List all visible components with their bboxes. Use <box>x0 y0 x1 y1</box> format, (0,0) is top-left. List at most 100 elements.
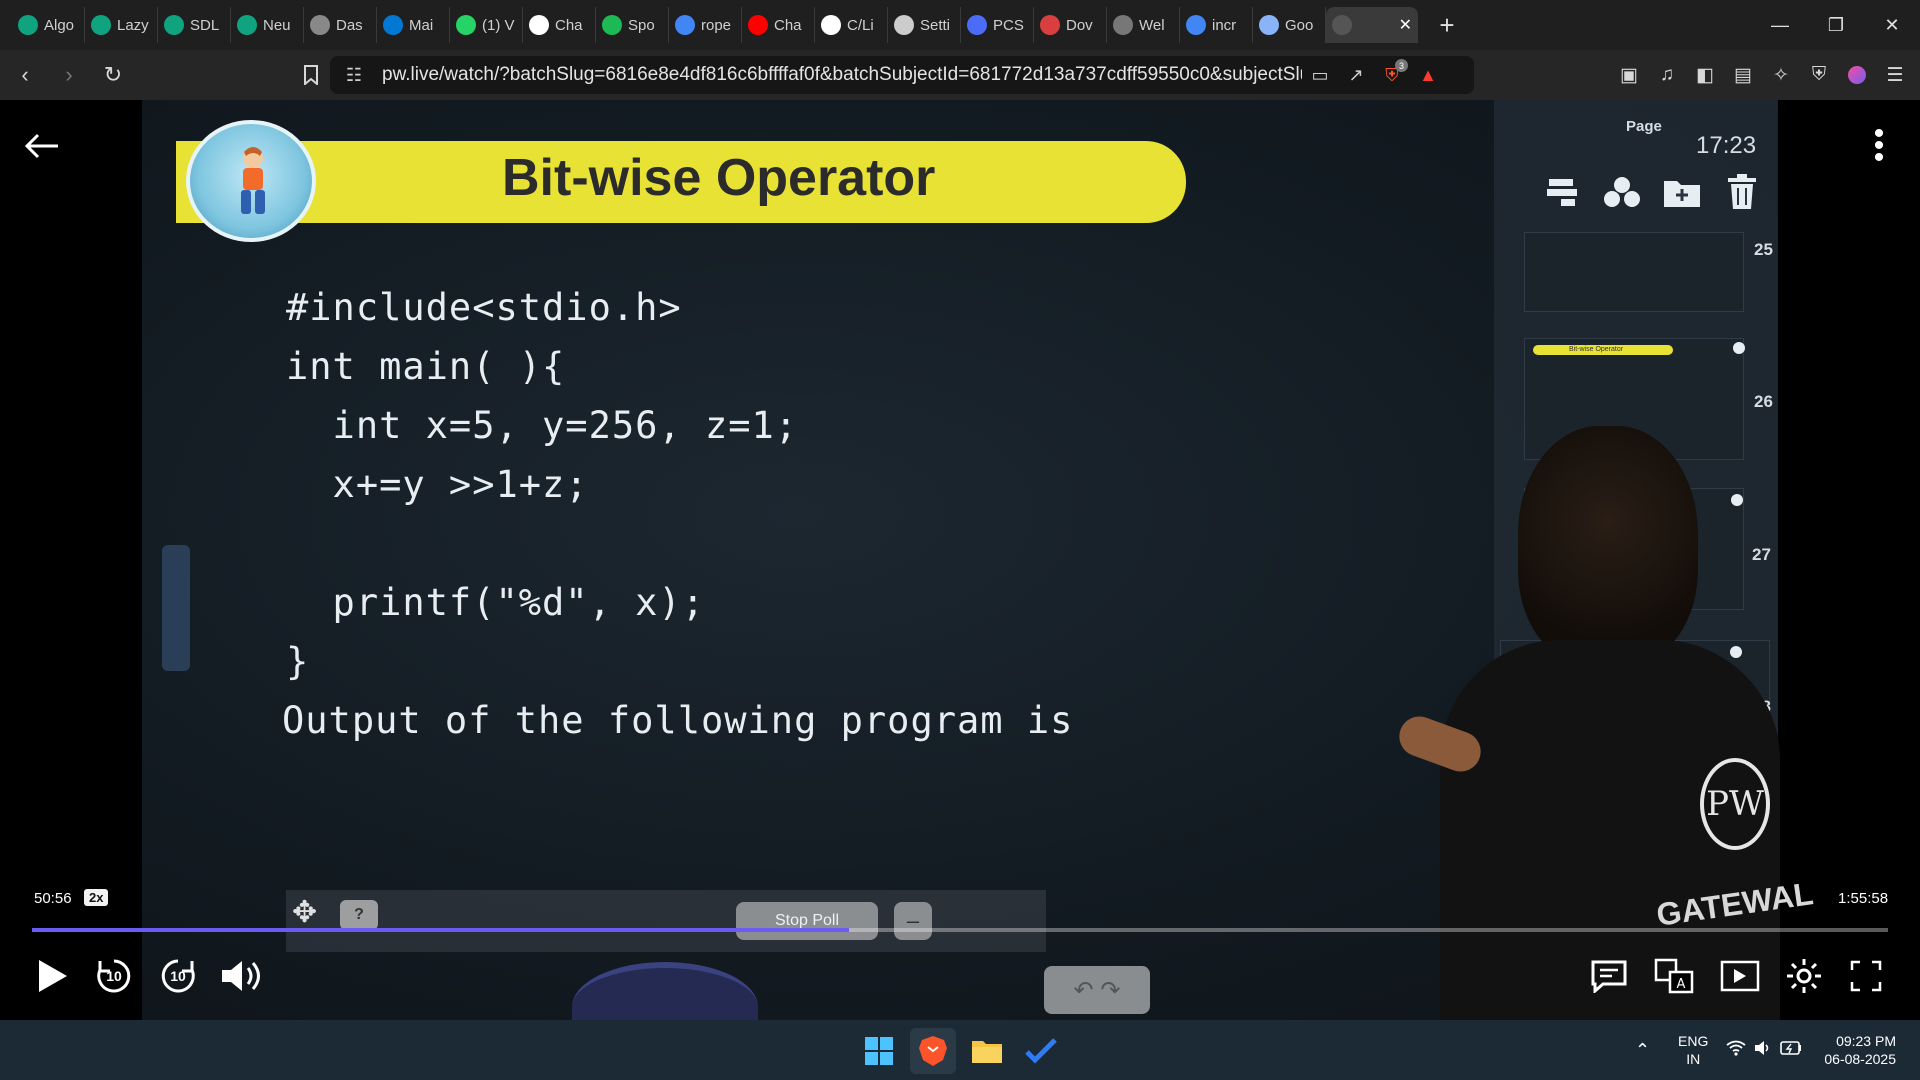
browser-tab[interactable]: Algo <box>12 7 85 43</box>
show-hidden-icons[interactable]: ⌃ <box>1635 1040 1650 1061</box>
side-panel-handle[interactable] <box>162 545 190 671</box>
browser-tab[interactable]: Das <box>304 7 377 43</box>
browser-tab[interactable]: SDL <box>158 7 231 43</box>
stop-poll-button[interactable]: Stop Poll <box>736 902 878 940</box>
delete-icon[interactable] <box>1722 172 1762 212</box>
translate-icon[interactable]: A <box>1650 952 1698 1000</box>
leo-ai-icon[interactable]: ✧ <box>1762 56 1800 94</box>
browser-tab[interactable]: Mai <box>377 7 450 43</box>
todo-icon[interactable] <box>1018 1028 1064 1074</box>
rewind-label: 10 <box>106 968 122 984</box>
browser-tab[interactable]: C/Li <box>815 7 888 43</box>
browser-tab[interactable]: PCS <box>961 7 1034 43</box>
fullscreen-icon[interactable] <box>1842 952 1890 1000</box>
tab-label: PCS <box>993 16 1024 34</box>
browser-tab[interactable]: (1) V <box>450 7 523 43</box>
menu-icon[interactable]: ☰ <box>1876 56 1914 94</box>
restore-button[interactable]: ❐ <box>1808 0 1864 50</box>
forward-10-icon[interactable]: 10 <box>154 952 202 1000</box>
settings-icon[interactable] <box>1780 952 1828 1000</box>
github-icon <box>821 15 841 35</box>
file-explorer-icon[interactable] <box>964 1028 1010 1074</box>
sidebar-icon[interactable]: ◧ <box>1686 56 1724 94</box>
add-folder-icon[interactable] <box>1662 172 1702 212</box>
browser-tab[interactable]: Neu <box>231 7 304 43</box>
active-browser-tab[interactable]: ✕ <box>1326 7 1418 43</box>
wallet-icon[interactable]: ▤ <box>1724 56 1762 94</box>
browser-tab[interactable]: Spo <box>596 7 669 43</box>
shapes-icon[interactable] <box>1602 172 1642 212</box>
page-number: 25 <box>1754 240 1773 259</box>
forward-label: 10 <box>170 968 186 984</box>
tab-label: Setti <box>920 16 951 34</box>
profile-icon[interactable] <box>1838 56 1876 94</box>
browser-tab[interactable]: incr <box>1180 7 1253 43</box>
undo-button[interactable]: ↶ ↷ <box>1044 966 1150 1014</box>
play-icon[interactable] <box>28 952 76 1000</box>
chatgpt-icon <box>237 15 257 35</box>
tab-label: C/Li <box>847 16 874 34</box>
pip-icon[interactable] <box>1716 952 1764 1000</box>
share-icon[interactable]: ↗ <box>1338 57 1374 93</box>
help-button[interactable]: ? <box>340 900 378 930</box>
url-text[interactable]: pw.live/watch/?batchSlug=6816e8e4df816c6… <box>382 64 1302 86</box>
wifi-icon[interactable] <box>1726 1040 1746 1061</box>
brave-browser-icon[interactable] <box>910 1028 956 1074</box>
chatgpt-icon <box>529 15 549 35</box>
svg-text:A: A <box>1677 977 1686 992</box>
chatgpt-icon <box>164 15 184 35</box>
close-tab-button[interactable]: ✕ <box>1399 15 1412 35</box>
tab-list: Algo Lazy SDL Neu Das Mai (1) V Cha Spo rope Cha C/… <box>0 0 1462 50</box>
media-icon[interactable]: ♫ <box>1648 56 1686 94</box>
layers-icon[interactable] <box>1542 172 1582 212</box>
browser-tab[interactable]: Goo <box>1253 7 1326 43</box>
brave-rewards-icon[interactable]: ▲ <box>1410 57 1446 93</box>
move-icon[interactable]: ✥ <box>292 895 317 930</box>
battery-icon[interactable] <box>1780 1040 1802 1060</box>
playback-speed-badge[interactable]: 2x <box>84 889 109 906</box>
browser-tab[interactable]: rope <box>669 7 742 43</box>
site-settings-icon[interactable]: ☷ <box>336 57 372 93</box>
pw-logo: PW <box>1700 758 1770 850</box>
close-window-button[interactable]: ✕ <box>1864 0 1920 50</box>
browser-tab[interactable]: Cha <box>523 7 596 43</box>
taskbar: ⌃ ENG IN 09:23 PM 06-08-2025 <box>0 1020 1920 1080</box>
rewind-10-icon[interactable]: 10 <box>90 952 138 1000</box>
language-indicator[interactable]: ENG IN <box>1678 1032 1708 1068</box>
browser-tab[interactable]: Setti <box>888 7 961 43</box>
page-select-dot[interactable] <box>1733 342 1745 354</box>
page-thumbnail[interactable] <box>1524 232 1744 312</box>
seek-bar[interactable] <box>32 928 1888 932</box>
code-line: printf("%d", x); <box>286 581 705 624</box>
page-select-dot[interactable] <box>1730 646 1742 658</box>
browser-tab[interactable]: Wel <box>1107 7 1180 43</box>
chat-icon[interactable] <box>1585 952 1633 1000</box>
back-button[interactable]: ‹ <box>6 56 44 94</box>
reload-button[interactable]: ↻ <box>94 56 132 94</box>
pcs-icon <box>967 15 987 35</box>
browser-tab[interactable]: Dov <box>1034 7 1107 43</box>
forward-button[interactable]: › <box>50 56 88 94</box>
browser-tab[interactable]: Lazy <box>85 7 158 43</box>
volume-tray-icon[interactable] <box>1754 1040 1772 1061</box>
minimize-poll-button[interactable]: – <box>894 902 932 940</box>
browser-tab[interactable]: Cha <box>742 7 815 43</box>
new-tab-button[interactable]: + <box>1432 10 1462 41</box>
minimize-button[interactable]: — <box>1752 0 1808 50</box>
clock-widget[interactable]: 09:23 PM 06-08-2025 <box>1824 1032 1896 1068</box>
more-options-icon[interactable]: • • • <box>1872 119 1886 173</box>
current-time: 50:56 <box>34 890 72 907</box>
volume-icon[interactable] <box>218 952 266 1000</box>
vpn-icon[interactable]: ⛨ <box>1800 56 1838 94</box>
chatgpt-icon <box>91 15 111 35</box>
cast-icon[interactable]: ▭ <box>1302 57 1338 93</box>
navigation-bar: ‹ › ↻ ☷ pw.live/watch/?batchSlug=6816e8e… <box>0 50 1920 100</box>
brave-shields-icon[interactable]: ⛨ 3 <box>1374 57 1410 93</box>
windows-start-icon[interactable] <box>856 1028 902 1074</box>
page-select-dot[interactable] <box>1731 494 1743 506</box>
system-tray: ⌃ ENG IN 09:23 PM 06-08-2025 <box>1635 1020 1920 1080</box>
back-arrow-icon[interactable] <box>24 132 60 165</box>
reader-mode-icon[interactable]: ▣ <box>1610 56 1648 94</box>
bookmark-icon[interactable] <box>292 56 330 94</box>
address-bar[interactable]: ☷ pw.live/watch/?batchSlug=6816e8e4df816… <box>330 56 1474 94</box>
